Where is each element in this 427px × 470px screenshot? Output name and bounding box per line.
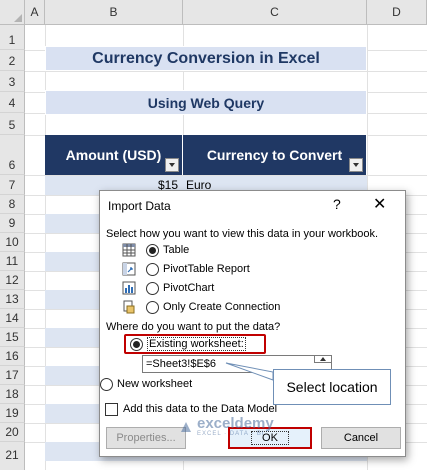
row-header-2[interactable]: 2	[0, 50, 25, 71]
radio-existing-worksheet[interactable]	[130, 337, 143, 351]
row-header-1[interactable]: 1	[0, 25, 25, 50]
option-label: Table	[163, 244, 190, 256]
header-currency[interactable]: Currency to Convert	[183, 135, 367, 175]
connection-icon	[122, 300, 136, 314]
header-amount-label: Amount (USD)	[65, 147, 162, 163]
row-header-5[interactable]: 5	[0, 113, 25, 135]
exceldemy-watermark: exceldemy EXCEL · DATA · BI	[179, 416, 274, 437]
exceldemy-logo-icon	[181, 421, 191, 432]
pivotchart-icon	[122, 281, 136, 295]
dialog-title: Import Data	[108, 199, 171, 213]
row-header-7[interactable]: 7	[0, 175, 25, 195]
filter-dropdown-button[interactable]	[165, 158, 179, 172]
collapse-dialog-button[interactable]	[314, 355, 332, 363]
row-header-13[interactable]: 13	[0, 290, 25, 309]
sheet-subtitle[interactable]: Using Web Query	[45, 90, 367, 115]
option-table[interactable]: Table	[122, 242, 189, 258]
new-worksheet-label: New worksheet	[117, 378, 193, 390]
row-header-14[interactable]: 14	[0, 309, 25, 328]
properties-button[interactable]: Properties...	[106, 427, 186, 449]
option-label: PivotTable Report	[163, 263, 250, 275]
help-button[interactable]: ?	[333, 196, 341, 212]
row-header-16[interactable]: 16	[0, 347, 25, 366]
filter-dropdown-button[interactable]	[349, 158, 363, 172]
radio-connection[interactable]	[146, 300, 159, 314]
add-to-data-model-label: Add this data to the Data Model	[123, 403, 278, 415]
row-header-8[interactable]: 8	[0, 195, 25, 214]
option-label: PivotChart	[163, 282, 215, 294]
row-header-15[interactable]: 15	[0, 328, 25, 347]
row-header-4[interactable]: 4	[0, 92, 25, 113]
row-header-21[interactable]: 21	[0, 442, 25, 470]
row-header-18[interactable]: 18	[0, 385, 25, 404]
row-header-9[interactable]: 9	[0, 214, 25, 233]
row-header-12[interactable]: 12	[0, 271, 25, 290]
new-worksheet-option[interactable]: New worksheet	[100, 376, 192, 392]
existing-worksheet-option[interactable]: Existing worksheet:	[124, 334, 266, 354]
location-prompt: Where do you want to put the data?	[106, 321, 281, 333]
row-header-19[interactable]: 19	[0, 404, 25, 423]
add-to-data-model-checkbox[interactable]	[105, 402, 118, 416]
column-header-b[interactable]: B	[45, 0, 183, 25]
column-header-c[interactable]: C	[183, 0, 367, 25]
row-header-17[interactable]: 17	[0, 366, 25, 385]
watermark-main: exceldemy	[197, 415, 274, 432]
table-icon	[122, 243, 136, 257]
column-header-d[interactable]: D	[367, 0, 427, 25]
sheet-title[interactable]: Currency Conversion in Excel	[45, 46, 367, 71]
option-connection[interactable]: Only Create Connection	[122, 299, 280, 315]
pivottable-icon	[122, 262, 136, 276]
option-pivottable[interactable]: PivotTable Report	[122, 261, 250, 277]
select-all-corner[interactable]	[0, 0, 25, 25]
select-location-callout: Select location	[273, 369, 391, 405]
radio-pivottable[interactable]	[146, 262, 159, 276]
row-header-11[interactable]: 11	[0, 252, 25, 271]
option-label: Only Create Connection	[163, 301, 281, 313]
row-header-6[interactable]: 6	[0, 135, 25, 175]
existing-worksheet-label: Existing worksheet:	[147, 337, 246, 351]
view-prompt: Select how you want to view this data in…	[106, 228, 379, 240]
header-amount-usd[interactable]: Amount (USD)	[45, 135, 183, 175]
close-icon[interactable]: ✕	[373, 194, 386, 214]
radio-pivotchart[interactable]	[146, 281, 159, 295]
gridline	[25, 71, 427, 72]
cancel-button[interactable]: Cancel	[321, 427, 401, 449]
row-header-10[interactable]: 10	[0, 233, 25, 252]
radio-new-worksheet[interactable]	[100, 377, 113, 391]
column-header-a[interactable]: A	[25, 0, 45, 25]
option-pivotchart[interactable]: PivotChart	[122, 280, 214, 296]
row-header-20[interactable]: 20	[0, 423, 25, 442]
row-header-3[interactable]: 3	[0, 71, 25, 92]
header-currency-label: Currency to Convert	[206, 147, 343, 163]
watermark-sub: EXCEL · DATA · BI	[197, 431, 265, 437]
radio-table[interactable]	[146, 243, 159, 257]
